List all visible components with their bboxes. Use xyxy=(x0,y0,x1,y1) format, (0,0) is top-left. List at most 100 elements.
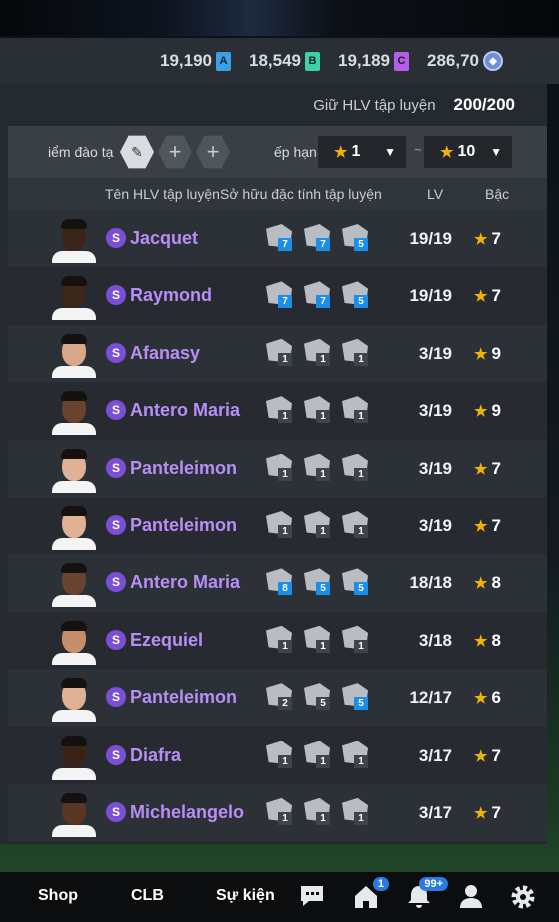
coach-avatar xyxy=(52,734,96,780)
currency-bar: 19,190 A 18,549 B 19,189 C 286,70 ◆ xyxy=(0,38,559,84)
coach-level: 18/18 xyxy=(409,573,452,593)
coach-traits: 1 1 1 xyxy=(266,396,368,424)
grade-value: 8 xyxy=(491,630,501,650)
coach-level: 19/19 xyxy=(409,286,452,306)
coach-name: Antero Maria xyxy=(130,400,241,421)
coach-row[interactable]: S Panteleimon 1 1 1 3/19 ★ 7 xyxy=(8,496,547,555)
training-trait-icon: 5 xyxy=(342,683,368,711)
bell-icon[interactable]: 99+ xyxy=(404,877,448,911)
special-coach-icon: S xyxy=(106,514,126,535)
keep-label: Giữ HLV tập luyện xyxy=(313,96,436,114)
nav-events[interactable]: Sự kiện xyxy=(216,887,275,905)
rank-from-dropdown[interactable]: ★ 1 ▼ xyxy=(318,136,406,168)
coach-level: 3/17 xyxy=(418,745,452,765)
coach-name: Jacquet xyxy=(130,228,199,248)
coach-level: 3/17 xyxy=(418,802,452,822)
coach-row[interactable]: S Jacquet 7 7 5 19/19 ★ 7 xyxy=(8,210,547,268)
nav-shop[interactable]: Shop xyxy=(38,887,78,905)
coach-name: Diafra xyxy=(130,744,182,765)
coach-name: Antero Maria xyxy=(130,572,241,593)
profile-icon[interactable] xyxy=(456,883,486,911)
trait-level: 1 xyxy=(316,352,330,366)
coach-avatar xyxy=(52,676,96,723)
special-coach-icon: S xyxy=(106,228,126,248)
coach-row[interactable]: S Antero Maria 1 1 1 3/19 ★ 9 xyxy=(8,382,547,440)
plus-icon: + xyxy=(168,139,182,164)
training-trait-icon: 1 xyxy=(304,396,330,424)
table-header: Tên HLV tập luyện Sở hữu đặc tính tập lu… xyxy=(8,178,547,210)
training-filter-slot-1[interactable]: ✎ xyxy=(120,135,154,169)
column-grade[interactable]: Bậc xyxy=(485,186,509,202)
coach-name: Ezequiel xyxy=(130,629,204,650)
training-filter-slot-3[interactable]: + xyxy=(196,135,230,169)
coach-row[interactable]: S Afanasy 1 1 1 3/19 ★ 9 xyxy=(8,324,547,383)
coach-avatar xyxy=(52,274,96,321)
trait-level: 1 xyxy=(278,811,292,825)
special-coach-icon: S xyxy=(106,572,126,593)
star-icon: ★ xyxy=(474,460,488,478)
coach-traits: 8 5 5 xyxy=(266,568,368,596)
coach-row[interactable]: S Michelangelo 1 1 1 3/17 ★ 7 xyxy=(8,783,547,842)
premium-coin-icon: ◆ xyxy=(483,51,503,71)
currency-item: 19,190 A xyxy=(160,51,231,71)
top-banner xyxy=(0,0,559,36)
training-trait-icon: 5 xyxy=(304,683,330,711)
trait-level: 1 xyxy=(316,524,330,538)
coach-traits: 1 1 1 xyxy=(266,510,368,538)
grade-value: 7 xyxy=(491,515,501,535)
trait-level: 2 xyxy=(278,697,292,711)
column-traits[interactable]: Sở hữu đặc tính tập luyện xyxy=(220,186,382,202)
training-trait-icon: 1 xyxy=(304,453,330,481)
home-icon[interactable]: 1 xyxy=(351,877,389,911)
coach-traits: 2 5 5 xyxy=(266,683,368,711)
chat-icon[interactable] xyxy=(297,883,327,911)
star-icon: ★ xyxy=(474,632,488,650)
grade-value: 7 xyxy=(491,229,501,248)
currency-value: 18,549 xyxy=(249,51,301,70)
trait-level: 1 xyxy=(278,639,292,653)
trait-level: 1 xyxy=(316,754,330,768)
coach-grade: ★ 6 xyxy=(474,688,501,708)
bottom-nav: Shop CLB Sự kiện 1 99+ xyxy=(0,872,559,922)
column-lv[interactable]: LV xyxy=(427,186,443,202)
home-badge: 1 xyxy=(372,877,389,891)
special-coach-icon: S xyxy=(106,342,126,363)
special-coach-icon: S xyxy=(106,801,126,822)
coach-row[interactable]: S Diafra 1 1 1 3/17 ★ 7 xyxy=(8,726,547,784)
trait-level: 8 xyxy=(278,582,292,596)
coach-row[interactable]: S Ezequiel 1 1 1 3/18 ★ 8 xyxy=(8,611,547,670)
coach-row[interactable]: S Panteleimon 2 5 5 12/17 ★ 6 xyxy=(8,669,547,727)
column-name[interactable]: Tên HLV tập luyện xyxy=(105,186,220,202)
coach-level: 3/18 xyxy=(418,630,452,650)
gear-icon[interactable] xyxy=(508,883,538,911)
training-trait-icon: 5 xyxy=(304,568,330,596)
training-trait-icon: 1 xyxy=(266,338,292,366)
training-filter-slot-2[interactable]: + xyxy=(158,135,192,169)
coach-grade: ★ 7 xyxy=(474,459,501,479)
coach-row[interactable]: S Antero Maria 8 5 5 18/18 ★ 8 xyxy=(8,554,547,612)
currency-value: 19,189 xyxy=(338,51,390,70)
coach-traits: 7 7 5 xyxy=(266,224,368,251)
training-trait-icon: 1 xyxy=(266,740,292,768)
training-trait-icon: 5 xyxy=(342,568,368,596)
grade-value: 7 xyxy=(491,286,501,306)
coach-grade: ★ 8 xyxy=(474,573,501,593)
training-trait-icon: 1 xyxy=(342,797,368,825)
star-icon: ★ xyxy=(474,403,488,421)
coach-grade: ★ 7 xyxy=(474,229,501,249)
plus-icon: + xyxy=(206,139,220,164)
grade-value: 7 xyxy=(491,802,501,822)
currency-a-icon: A xyxy=(216,51,231,71)
nav-clb[interactable]: CLB xyxy=(131,887,164,905)
rank-filter-label: ếp hạn xyxy=(274,144,317,160)
rank-to-dropdown[interactable]: ★ 10 ▼ xyxy=(424,136,512,168)
rank-from-value: 1 xyxy=(351,143,361,160)
training-trait-icon: 1 xyxy=(342,740,368,768)
coach-level: 3/19 xyxy=(418,343,452,363)
training-trait-icon: 5 xyxy=(342,224,368,251)
trait-level: 7 xyxy=(278,238,292,251)
coach-row[interactable]: S Raymond 7 7 5 19/19 ★ 7 xyxy=(8,267,547,325)
training-trait-icon: 1 xyxy=(266,510,292,538)
special-coach-icon: S xyxy=(106,687,126,708)
coach-row[interactable]: S Panteleimon 1 1 1 3/19 ★ 7 xyxy=(8,439,547,497)
